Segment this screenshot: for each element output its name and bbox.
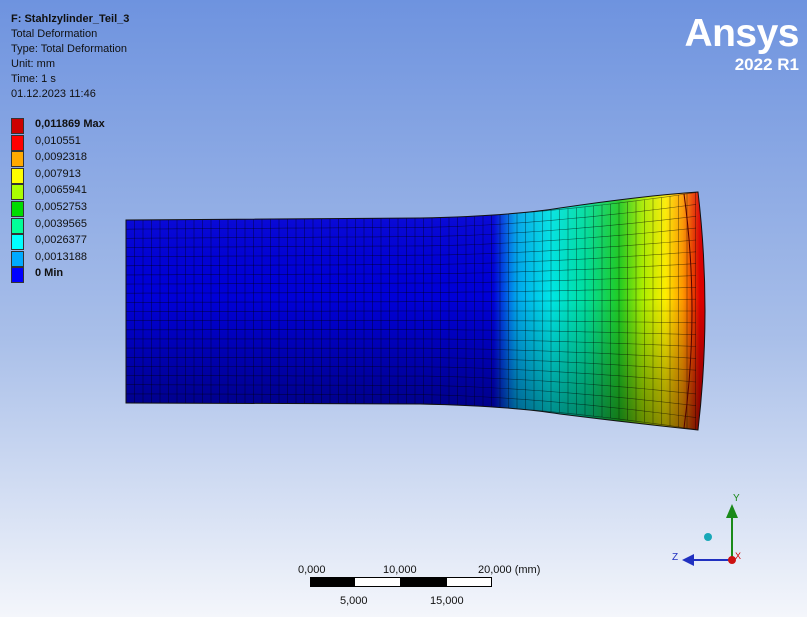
scale-label-10000: 10,000 xyxy=(383,564,417,576)
iso-view-ball[interactable] xyxy=(704,533,712,541)
scale-segment-4 xyxy=(446,577,492,587)
z-axis-arrow xyxy=(682,554,694,566)
scale-segment-1 xyxy=(310,577,355,587)
y-axis-label: Y xyxy=(733,493,740,504)
scale-bar: 0,000 10,000 20,000 (mm) 5,000 15,000 xyxy=(290,562,550,612)
scale-segment-2 xyxy=(354,577,401,587)
y-axis-arrow xyxy=(726,504,738,518)
z-axis-label: Z xyxy=(672,552,678,563)
scale-label-15000: 15,000 xyxy=(430,595,464,607)
deformed-cylinder xyxy=(125,191,706,431)
scale-segment-3 xyxy=(400,577,447,587)
scale-label-5000: 5,000 xyxy=(340,595,368,607)
axis-triad[interactable]: Y Z X xyxy=(660,488,750,578)
scale-label-0: 0,000 xyxy=(298,564,326,576)
triad-origin xyxy=(728,556,736,564)
scale-label-20000: 20,000 (mm) xyxy=(478,564,541,576)
